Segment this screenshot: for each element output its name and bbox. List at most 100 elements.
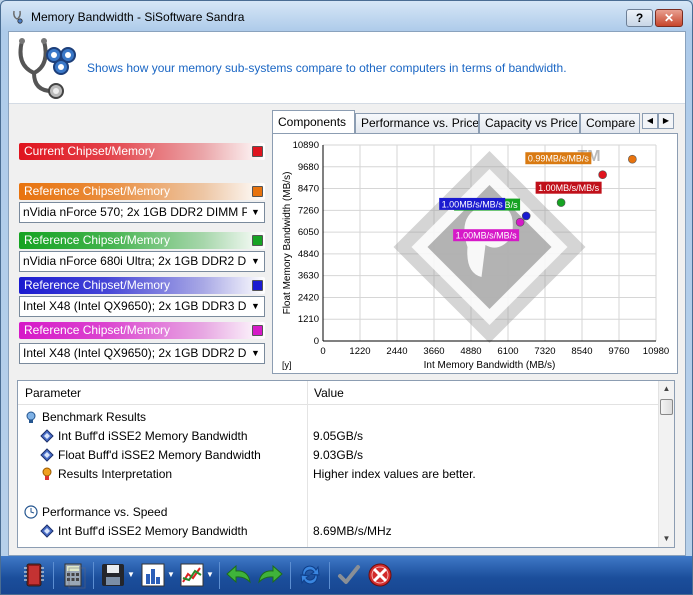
reference-label-2: Reference Chipset/Memory <box>24 233 171 247</box>
help-button[interactable]: ? <box>626 9 653 27</box>
parameter-name: Benchmark Results <box>42 410 147 424</box>
parameter-name: Results Interpretation <box>58 467 173 481</box>
calculator-icon[interactable] <box>59 560 89 590</box>
tab-compare[interactable]: Compare <box>580 113 640 134</box>
chevron-down-icon[interactable]: ▼ <box>247 344 264 363</box>
toolbar-separator <box>290 562 291 589</box>
refresh-icon[interactable] <box>295 560 325 590</box>
results-scrollbar[interactable]: ▲ ▼ <box>658 381 674 547</box>
x-tick-label: 0 <box>320 346 325 357</box>
result-row[interactable]: Int Buff'd iSSE2 Memory Bandwidth 8.69MB/… <box>18 522 659 541</box>
reference-select-4[interactable]: Intel X48 (Intel QX9650); 2x 1GB DDR2 DI… <box>19 343 265 364</box>
x-tick-label: 10980 <box>643 346 669 357</box>
chevron-down-icon[interactable]: ▼ <box>247 252 264 271</box>
result-row[interactable]: Int Buff'd iSSE2 Memory Bandwidth 9.05GB/… <box>18 427 659 446</box>
save-icon[interactable] <box>98 560 128 590</box>
y-tick-label: 6050 <box>298 227 319 238</box>
lightbulb-icon <box>40 467 54 481</box>
chevron-down-icon[interactable]: ▼ <box>247 297 264 316</box>
group-row[interactable]: Performance vs. Speed <box>18 503 659 522</box>
group-row[interactable]: Benchmark Results <box>18 408 659 427</box>
y-tick-label: 0 <box>314 336 319 347</box>
close-button[interactable]: ✕ <box>655 9 683 27</box>
y-tick-label: 1210 <box>298 314 319 325</box>
parameter-name: Float Buff'd iSSE2 Memory Bandwidth <box>58 448 261 462</box>
x-tick-label: 3660 <box>423 346 444 357</box>
reference-color-swatch-3[interactable] <box>252 280 263 291</box>
parameter-name: Int Buff'd iSSE2 Memory Bandwidth <box>58 429 248 443</box>
bar-chart-dropdown-icon[interactable]: ▼ <box>166 567 176 583</box>
memory-chip-icon[interactable] <box>19 560 49 590</box>
reference-color-swatch-2[interactable] <box>252 235 263 246</box>
save-dropdown-icon[interactable]: ▼ <box>126 567 136 583</box>
header-banner: Shows how your memory sub-systems compar… <box>9 32 685 104</box>
scroll-thumb[interactable] <box>660 399 673 415</box>
line-chart-icon[interactable] <box>177 560 207 590</box>
scroll-up-icon[interactable]: ▲ <box>659 381 674 397</box>
forward-arrow-icon[interactable] <box>255 560 285 590</box>
line-chart-dropdown-icon[interactable]: ▼ <box>205 567 215 583</box>
tab-scroll-right-icon[interactable]: ▶ <box>658 113 674 129</box>
reference-select-2-value: nVidia nForce 680i Ultra; 2x 1GB DDR2 DI… <box>23 254 265 268</box>
results-list: Parameter Value Benchmark Results Int Buf… <box>17 380 675 548</box>
tab-scroll-left-icon[interactable]: ◀ <box>642 113 658 129</box>
reference-label-4: Reference Chipset/Memory <box>24 323 171 337</box>
reference-select-3[interactable]: Intel X48 (Intel QX9650); 2x 1GB DDR3 DI… <box>19 296 265 317</box>
x-tick-label: 8540 <box>571 346 592 357</box>
data-point <box>515 217 525 227</box>
parameter-value: 9.03GB/s <box>313 448 364 462</box>
bar-chart-icon[interactable] <box>138 560 168 590</box>
result-row[interactable]: Float Buff'd iSSE2 Memory Bandwidth 9.03G… <box>18 446 659 465</box>
column-header-parameter[interactable]: Parameter <box>18 381 81 405</box>
reference-select-4-value: Intel X48 (Intel QX9650); 2x 1GB DDR2 DI… <box>23 346 265 360</box>
toolbar-separator <box>219 562 220 589</box>
cancel-icon[interactable] <box>365 560 395 590</box>
y-tick-label: 3630 <box>298 271 319 282</box>
diamond-bullet-icon <box>40 429 54 443</box>
x-tick-label: 2440 <box>386 346 407 357</box>
reference-select-1[interactable]: nVidia nForce 570; 2x 1GB DDR2 DIMM PC2 … <box>19 202 265 223</box>
main-window: Memory Bandwidth - SiSoftware Sandra ? ✕… <box>0 0 693 595</box>
title-bar[interactable]: Memory Bandwidth - SiSoftware Sandra ? ✕ <box>1 1 692 31</box>
result-row[interactable]: Results Interpretation Higher index value… <box>18 465 659 484</box>
y-axis-title: Float Memory Bandwidth (MB/s) <box>282 172 293 315</box>
chart-tabs: Components Performance vs. Price Capacit… <box>272 110 678 134</box>
clock-icon <box>24 505 38 519</box>
tab-performance-vs-price[interactable]: Performance vs. Price <box>355 113 479 134</box>
diamond-bullet-icon <box>40 448 54 462</box>
toolbar-separator <box>329 562 330 589</box>
reference-legend-4: Reference Chipset/Memory <box>19 322 265 339</box>
y-tick-label: 2420 <box>298 292 319 303</box>
tab-components[interactable]: Components <box>272 110 355 134</box>
parameter-value: Higher index values are better. <box>313 467 476 481</box>
client-area: Shows how your memory sub-systems compar… <box>8 31 686 556</box>
reference-color-swatch-4[interactable] <box>252 325 263 336</box>
chevron-down-icon[interactable]: ▼ <box>247 203 264 222</box>
banner-description: Shows how your memory sub-systems compar… <box>87 61 567 75</box>
parameter-value: 9.05GB/s <box>313 429 364 443</box>
ok-check-icon[interactable] <box>334 560 364 590</box>
tab-capacity-vs-price[interactable]: Capacity vs Price <box>479 113 580 134</box>
x-tick-label: 7320 <box>534 346 555 357</box>
bottom-toolbar: ▼ ▼ ▼ <box>1 556 692 594</box>
x-axis-title: Int Memory Bandwidth (MB/s) <box>424 360 556 371</box>
diamond-bullet-icon <box>40 524 54 538</box>
parameter-name: Int Buff'd iSSE2 Memory Bandwidth <box>58 524 248 538</box>
y-tick-label: 10890 <box>293 140 319 151</box>
x-tick-label: 6100 <box>497 346 518 357</box>
reference-label-3: Reference Chipset/Memory <box>24 278 171 292</box>
data-point <box>521 211 531 221</box>
data-point <box>628 154 637 164</box>
reference-label-1: Reference Chipset/Memory <box>24 184 171 198</box>
app-icon <box>13 10 23 24</box>
current-color-swatch[interactable] <box>252 146 263 157</box>
data-label: 0.99MB/s/MB/s <box>528 154 590 164</box>
reference-select-2[interactable]: nVidia nForce 680i Ultra; 2x 1GB DDR2 DI… <box>19 251 265 272</box>
data-label: 1.00MB/s/MB/s <box>456 231 518 241</box>
scroll-down-icon[interactable]: ▼ <box>659 531 674 547</box>
results-header: Parameter Value <box>18 381 659 405</box>
x-tick-label: 4880 <box>460 346 481 357</box>
column-header-value[interactable]: Value <box>307 381 344 405</box>
reference-color-swatch-1[interactable] <box>252 186 263 197</box>
back-arrow-icon[interactable] <box>224 560 254 590</box>
